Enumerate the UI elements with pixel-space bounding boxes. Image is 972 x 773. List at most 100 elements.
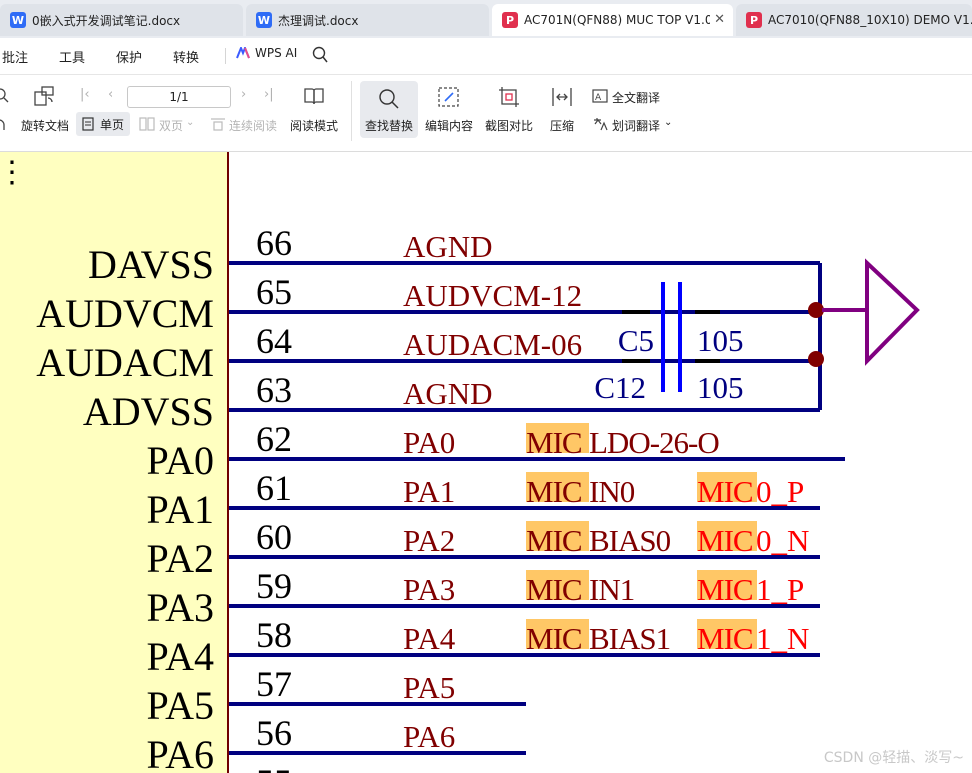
pin-net-label: PA3 — [403, 572, 455, 607]
chip-pin-name: PA1 — [147, 487, 214, 532]
menu-divider — [225, 48, 226, 64]
find-replace-button[interactable]: 查找替换 — [360, 81, 418, 138]
pin-function-highlight: MIC — [526, 572, 582, 607]
chip-edge-mark: ⋮ — [0, 156, 27, 189]
pin-number: 60 — [256, 517, 292, 557]
tab-bar: W 0嵌入式开发调试笔记.docx W 杰理调试.docx P AC701N(Q… — [0, 0, 972, 38]
single-page-label: 单页 — [100, 118, 125, 132]
svg-text:A: A — [595, 93, 602, 103]
wps-ai-button[interactable]: WPS AI — [236, 46, 297, 60]
screenshot-compare-icon — [499, 87, 519, 107]
pin-net-label: AGND — [403, 229, 493, 264]
word-translate-icon — [594, 118, 608, 131]
menu-annotate[interactable]: 批注 — [2, 47, 28, 66]
chip-pin-name: PA4 — [147, 634, 214, 679]
tab-label: AC701N(QFN88) MUC TOP V1.0 — [524, 13, 713, 27]
pin-function-label: BIAS0 — [589, 523, 671, 558]
single-page-icon — [82, 117, 94, 131]
mic-net-highlight: MIC — [697, 572, 753, 607]
toolbar-divider — [351, 81, 352, 141]
chip-pin-name: PA3 — [147, 585, 214, 630]
pin-number: 57 — [256, 664, 292, 704]
pin-number: 65 — [256, 272, 292, 312]
tab-doc-jieli[interactable]: W 杰理调试.docx — [246, 4, 489, 36]
wps-ai-icon — [236, 47, 250, 59]
pin-net-label: PA2 — [403, 523, 455, 558]
menu-convert[interactable]: 转换 — [173, 47, 199, 66]
pin-function-highlight: MIC — [526, 523, 582, 558]
chip-pin-name: DAVSS — [88, 242, 214, 287]
toolbar: 旋转文档 单页 双页 ⌄ 连续阅读 |‹ ‹ 1/1 › ›| 阅读模式 查找替… — [0, 75, 972, 152]
menu-protect[interactable]: 保护 — [116, 47, 142, 66]
word-translate-button[interactable]: 划词翻译 — [612, 117, 660, 134]
prev-page-button[interactable]: ‹ — [108, 87, 113, 102]
tab-doc-notes[interactable]: W 0嵌入式开发调试笔记.docx — [0, 4, 243, 36]
full-translate-button[interactable]: 全文翻译 — [612, 89, 660, 106]
pin-function-label: IN1 — [589, 572, 634, 607]
read-mode-button[interactable]: 阅读模式 — [290, 117, 338, 134]
pin-net-label: PA0 — [403, 425, 455, 460]
single-page-button[interactable]: 单页 — [76, 112, 130, 136]
screenshot-compare-button[interactable]: 截图对比 — [485, 117, 533, 134]
pin-net-label: AUDVCM-12 — [403, 278, 582, 313]
continuous-read-button[interactable]: 连续阅读 — [229, 117, 277, 134]
pin-number: 59 — [256, 566, 292, 606]
pin-number: 58 — [256, 615, 292, 655]
edit-content-button[interactable]: 编辑内容 — [425, 117, 473, 134]
chip-pin-name: PA5 — [147, 683, 214, 728]
rotate-doc-button[interactable]: 旋转文档 — [21, 117, 69, 134]
mic-net-highlight: MIC — [697, 474, 753, 509]
pin-number: 55 — [256, 762, 292, 773]
pin-net-label: PA5 — [403, 670, 455, 705]
chip-pin-name: AUDVCM — [36, 291, 214, 336]
double-page-icon — [139, 117, 155, 131]
chip-pin-name: PA0 — [147, 438, 214, 483]
tab-label: AC7010(QFN88_10X10) DEMO V1.0 — [768, 13, 972, 27]
pin-net-label: AUDACM-06 — [403, 327, 582, 362]
mic-net-label: 0_P — [756, 474, 804, 509]
double-page-button[interactable]: 双页 — [159, 117, 183, 134]
pin-number: 66 — [256, 223, 292, 263]
chip-pin-name: AUDACM — [36, 340, 214, 385]
capacitor-ref: C5 — [618, 323, 654, 358]
capacitor-value: 105 — [697, 370, 744, 405]
first-page-button[interactable]: |‹ — [80, 87, 90, 102]
word-doc-icon: W — [256, 12, 272, 28]
page-number-input[interactable]: 1/1 — [127, 86, 231, 108]
tab-pdf-muc-top[interactable]: P AC701N(QFN88) MUC TOP V1.0 ✕ — [492, 4, 733, 36]
pin-function-label: IN0 — [589, 474, 635, 509]
pin-number: 64 — [256, 321, 292, 361]
schematic-drawing: ⋮DAVSSAUDVCMAUDACMADVSSPA0PA1PA2PA3PA4PA… — [0, 152, 920, 773]
pin-number: 61 — [256, 468, 292, 508]
junction-dot — [808, 302, 824, 318]
tab-label: 杰理调试.docx — [278, 13, 359, 28]
find-replace-label: 查找替换 — [365, 119, 414, 133]
pin-net-label: PA4 — [403, 621, 456, 656]
junction-dot — [808, 351, 824, 367]
compress-icon — [552, 88, 572, 106]
search-icon[interactable] — [312, 46, 328, 64]
mic-net-label: 0_N — [756, 523, 809, 558]
chip-pin-name: PA2 — [147, 536, 214, 581]
close-icon[interactable]: ✕ — [710, 12, 725, 27]
ground-symbol — [865, 258, 920, 366]
find-icon — [379, 89, 399, 109]
next-page-button[interactable]: › — [241, 87, 246, 102]
compress-button[interactable]: 压缩 — [550, 117, 574, 134]
pin-net-label: PA1 — [403, 474, 455, 509]
rotate-arrow-icon — [0, 119, 5, 130]
pdf-doc-icon: P — [502, 12, 518, 28]
word-doc-icon: W — [10, 12, 26, 28]
menu-tools[interactable]: 工具 — [59, 47, 85, 66]
tab-pdf-demo[interactable]: P AC7010(QFN88_10X10) DEMO V1.0 — [736, 4, 972, 36]
chevron-down-icon: ⌄ — [664, 117, 673, 128]
pdf-document-view[interactable]: ⋮ DAVSS AUDVCM AUDACM ADVSS PA0 PA1 PA2 PA3 PA4 PA… — [0, 152, 972, 773]
chevron-down-icon: ⌄ — [186, 117, 195, 128]
pin-function-highlight: MIC — [526, 425, 582, 460]
pin-number: 56 — [256, 713, 292, 753]
pin-function-label: BIAS1 — [589, 621, 670, 656]
last-page-button[interactable]: ›| — [264, 87, 274, 102]
pin-number: 62 — [256, 419, 292, 459]
zoom-icon[interactable] — [0, 87, 10, 105]
read-mode-icon — [304, 88, 324, 105]
